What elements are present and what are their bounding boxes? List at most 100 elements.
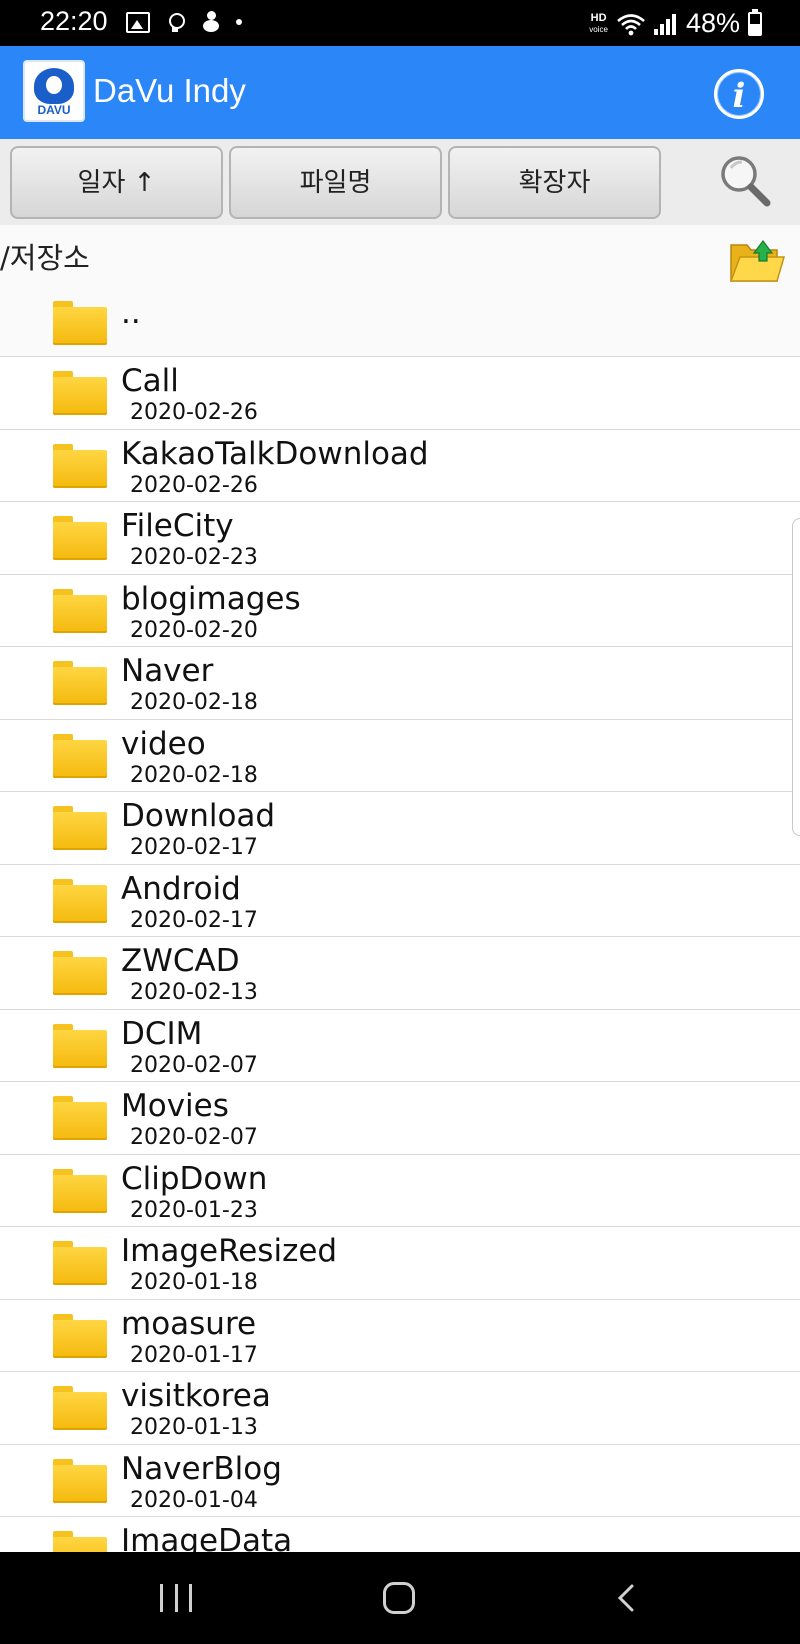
folder-row[interactable]: visitkorea 2020-01-13 — [0, 1372, 800, 1445]
parent-directory-row[interactable]: .. — [0, 287, 800, 357]
folder-row[interactable]: blogimages 2020-02-20 — [0, 575, 800, 647]
bulb-notification-icon — [164, 10, 186, 34]
folder-date: 2020-01-04 — [130, 1487, 258, 1513]
folder-icon — [53, 301, 107, 345]
folder-up-icon[interactable] — [728, 235, 786, 285]
folder-date: 2020-02-18 — [130, 690, 258, 715]
folder-name: Movies — [121, 1088, 229, 1124]
folder-date: 2020-02-23 — [130, 545, 258, 570]
logo-mark-icon — [34, 68, 74, 104]
folder-name: Call — [121, 363, 179, 399]
folder-date: 2020-02-17 — [130, 907, 258, 933]
info-button[interactable]: i — [714, 69, 764, 119]
folder-icon — [53, 1386, 107, 1430]
battery-percent: 48% — [685, 8, 740, 38]
sort-by-date-button[interactable]: 일자 ↑ — [10, 146, 223, 219]
status-time: 22:20 — [40, 6, 108, 36]
folder-date: 2020-02-26 — [130, 472, 258, 498]
snowman-notification-icon — [200, 10, 222, 34]
sort-toolbar: 일자 ↑ 파일명 확장자 — [0, 139, 800, 225]
status-bar: 22:20 HD voice 48% — [0, 0, 800, 46]
folder-row[interactable]: Call 2020-02-26 — [0, 357, 800, 430]
battery-icon — [748, 8, 762, 36]
folder-icon — [53, 1313, 107, 1358]
folder-row[interactable]: Download 2020-02-17 — [0, 792, 800, 865]
folder-date: 2020-01-13 — [130, 1415, 258, 1440]
folder-row[interactable]: Android 2020-02-17 — [0, 865, 800, 937]
folder-date: 2020-01-23 — [130, 1197, 258, 1223]
folder-row[interactable]: video 2020-02-18 — [0, 720, 800, 792]
folder-name: blogimages — [121, 580, 301, 617]
folder-name: visitkorea — [121, 1378, 271, 1414]
back-icon[interactable] — [612, 1583, 642, 1613]
folder-date: 2020-02-07 — [130, 1125, 258, 1150]
folder-icon — [53, 878, 107, 923]
folder-name: Android — [121, 870, 241, 907]
hd-voice-icon: HD voice — [589, 11, 608, 34]
wifi-icon — [617, 13, 645, 35]
folder-date: 2020-02-17 — [130, 835, 258, 860]
folder-date: 2020-02-13 — [130, 980, 258, 1005]
sort-by-extension-button[interactable]: 확장자 — [448, 146, 661, 219]
folder-row[interactable]: DCIM 2020-02-07 — [0, 1010, 800, 1082]
folder-row[interactable]: Naver 2020-02-18 — [0, 647, 800, 720]
folder-icon — [53, 951, 107, 995]
folder-name: ImageData — [121, 1523, 293, 1552]
info-icon: i — [732, 76, 746, 116]
path-bar: /저장소 — [0, 225, 800, 287]
folder-icon — [53, 371, 107, 415]
folder-icon — [53, 661, 107, 705]
system-nav-bar — [0, 1552, 800, 1644]
gallery-notification-icon — [126, 11, 150, 33]
folder-row[interactable]: NaverBlog 2020-01-04 — [0, 1445, 800, 1517]
folder-icon — [53, 443, 107, 488]
folder-row[interactable]: Movies 2020-02-07 — [0, 1082, 800, 1155]
home-icon[interactable] — [383, 1582, 415, 1614]
recent-apps-icon[interactable] — [160, 1584, 192, 1612]
folder-name: ImageResized — [121, 1233, 338, 1269]
search-icon[interactable] — [718, 153, 772, 209]
folder-name: Naver — [121, 653, 214, 689]
folder-name: NaverBlog — [121, 1450, 282, 1487]
folder-row[interactable]: ImageResized 2020-01-18 — [0, 1227, 800, 1300]
logo-text: DAVU — [37, 103, 71, 117]
file-name: .. — [121, 295, 141, 331]
folder-name: FileCity — [121, 508, 234, 544]
folder-name: video — [121, 725, 206, 762]
folder-date: 2020-02-18 — [130, 762, 258, 788]
fast-scroll-handle[interactable] — [792, 518, 800, 836]
folder-row[interactable]: ClipDown 2020-01-23 — [0, 1155, 800, 1227]
more-notifications-dot-icon — [236, 19, 242, 25]
folder-name: Download — [121, 798, 276, 834]
folder-date: 2020-02-26 — [130, 400, 258, 425]
folder-icon — [53, 1531, 107, 1552]
folder-name: ZWCAD — [121, 943, 240, 979]
folder-name: KakaoTalkDownload — [121, 435, 429, 472]
folder-icon — [53, 1023, 107, 1068]
current-path: /저장소 — [0, 241, 90, 275]
folder-icon — [53, 516, 107, 560]
folder-icon — [53, 1241, 107, 1285]
folder-row[interactable]: ZWCAD 2020-02-13 — [0, 937, 800, 1010]
folder-date: 2020-02-20 — [130, 617, 258, 643]
folder-name: moasure — [121, 1305, 257, 1342]
folder-row[interactable]: moasure 2020-01-17 — [0, 1300, 800, 1372]
folder-date: 2020-02-07 — [130, 1052, 258, 1078]
notification-icons — [126, 10, 242, 34]
folder-icon — [53, 1458, 107, 1503]
sort-by-name-button[interactable]: 파일명 — [229, 146, 442, 219]
app-bar: DAVU DaVu Indy i — [0, 46, 800, 139]
folder-icon — [53, 1096, 107, 1140]
folder-icon — [53, 733, 107, 778]
folder-row[interactable]: ImageData — [0, 1517, 800, 1552]
folder-icon — [53, 1168, 107, 1213]
folder-date: 2020-01-17 — [130, 1342, 258, 1368]
folder-row[interactable]: KakaoTalkDownload 2020-02-26 — [0, 430, 800, 502]
folder-icon — [53, 588, 107, 633]
file-list[interactable]: .. Call 2020-02-26 KakaoTalkDownload 202… — [0, 287, 800, 1552]
system-indicators: HD voice 48% — [589, 8, 762, 39]
app-logo: DAVU — [23, 60, 85, 122]
cell-signal-icon — [653, 13, 678, 35]
folder-row[interactable]: FileCity 2020-02-23 — [0, 502, 800, 575]
app-title: DaVu Indy — [93, 72, 246, 109]
